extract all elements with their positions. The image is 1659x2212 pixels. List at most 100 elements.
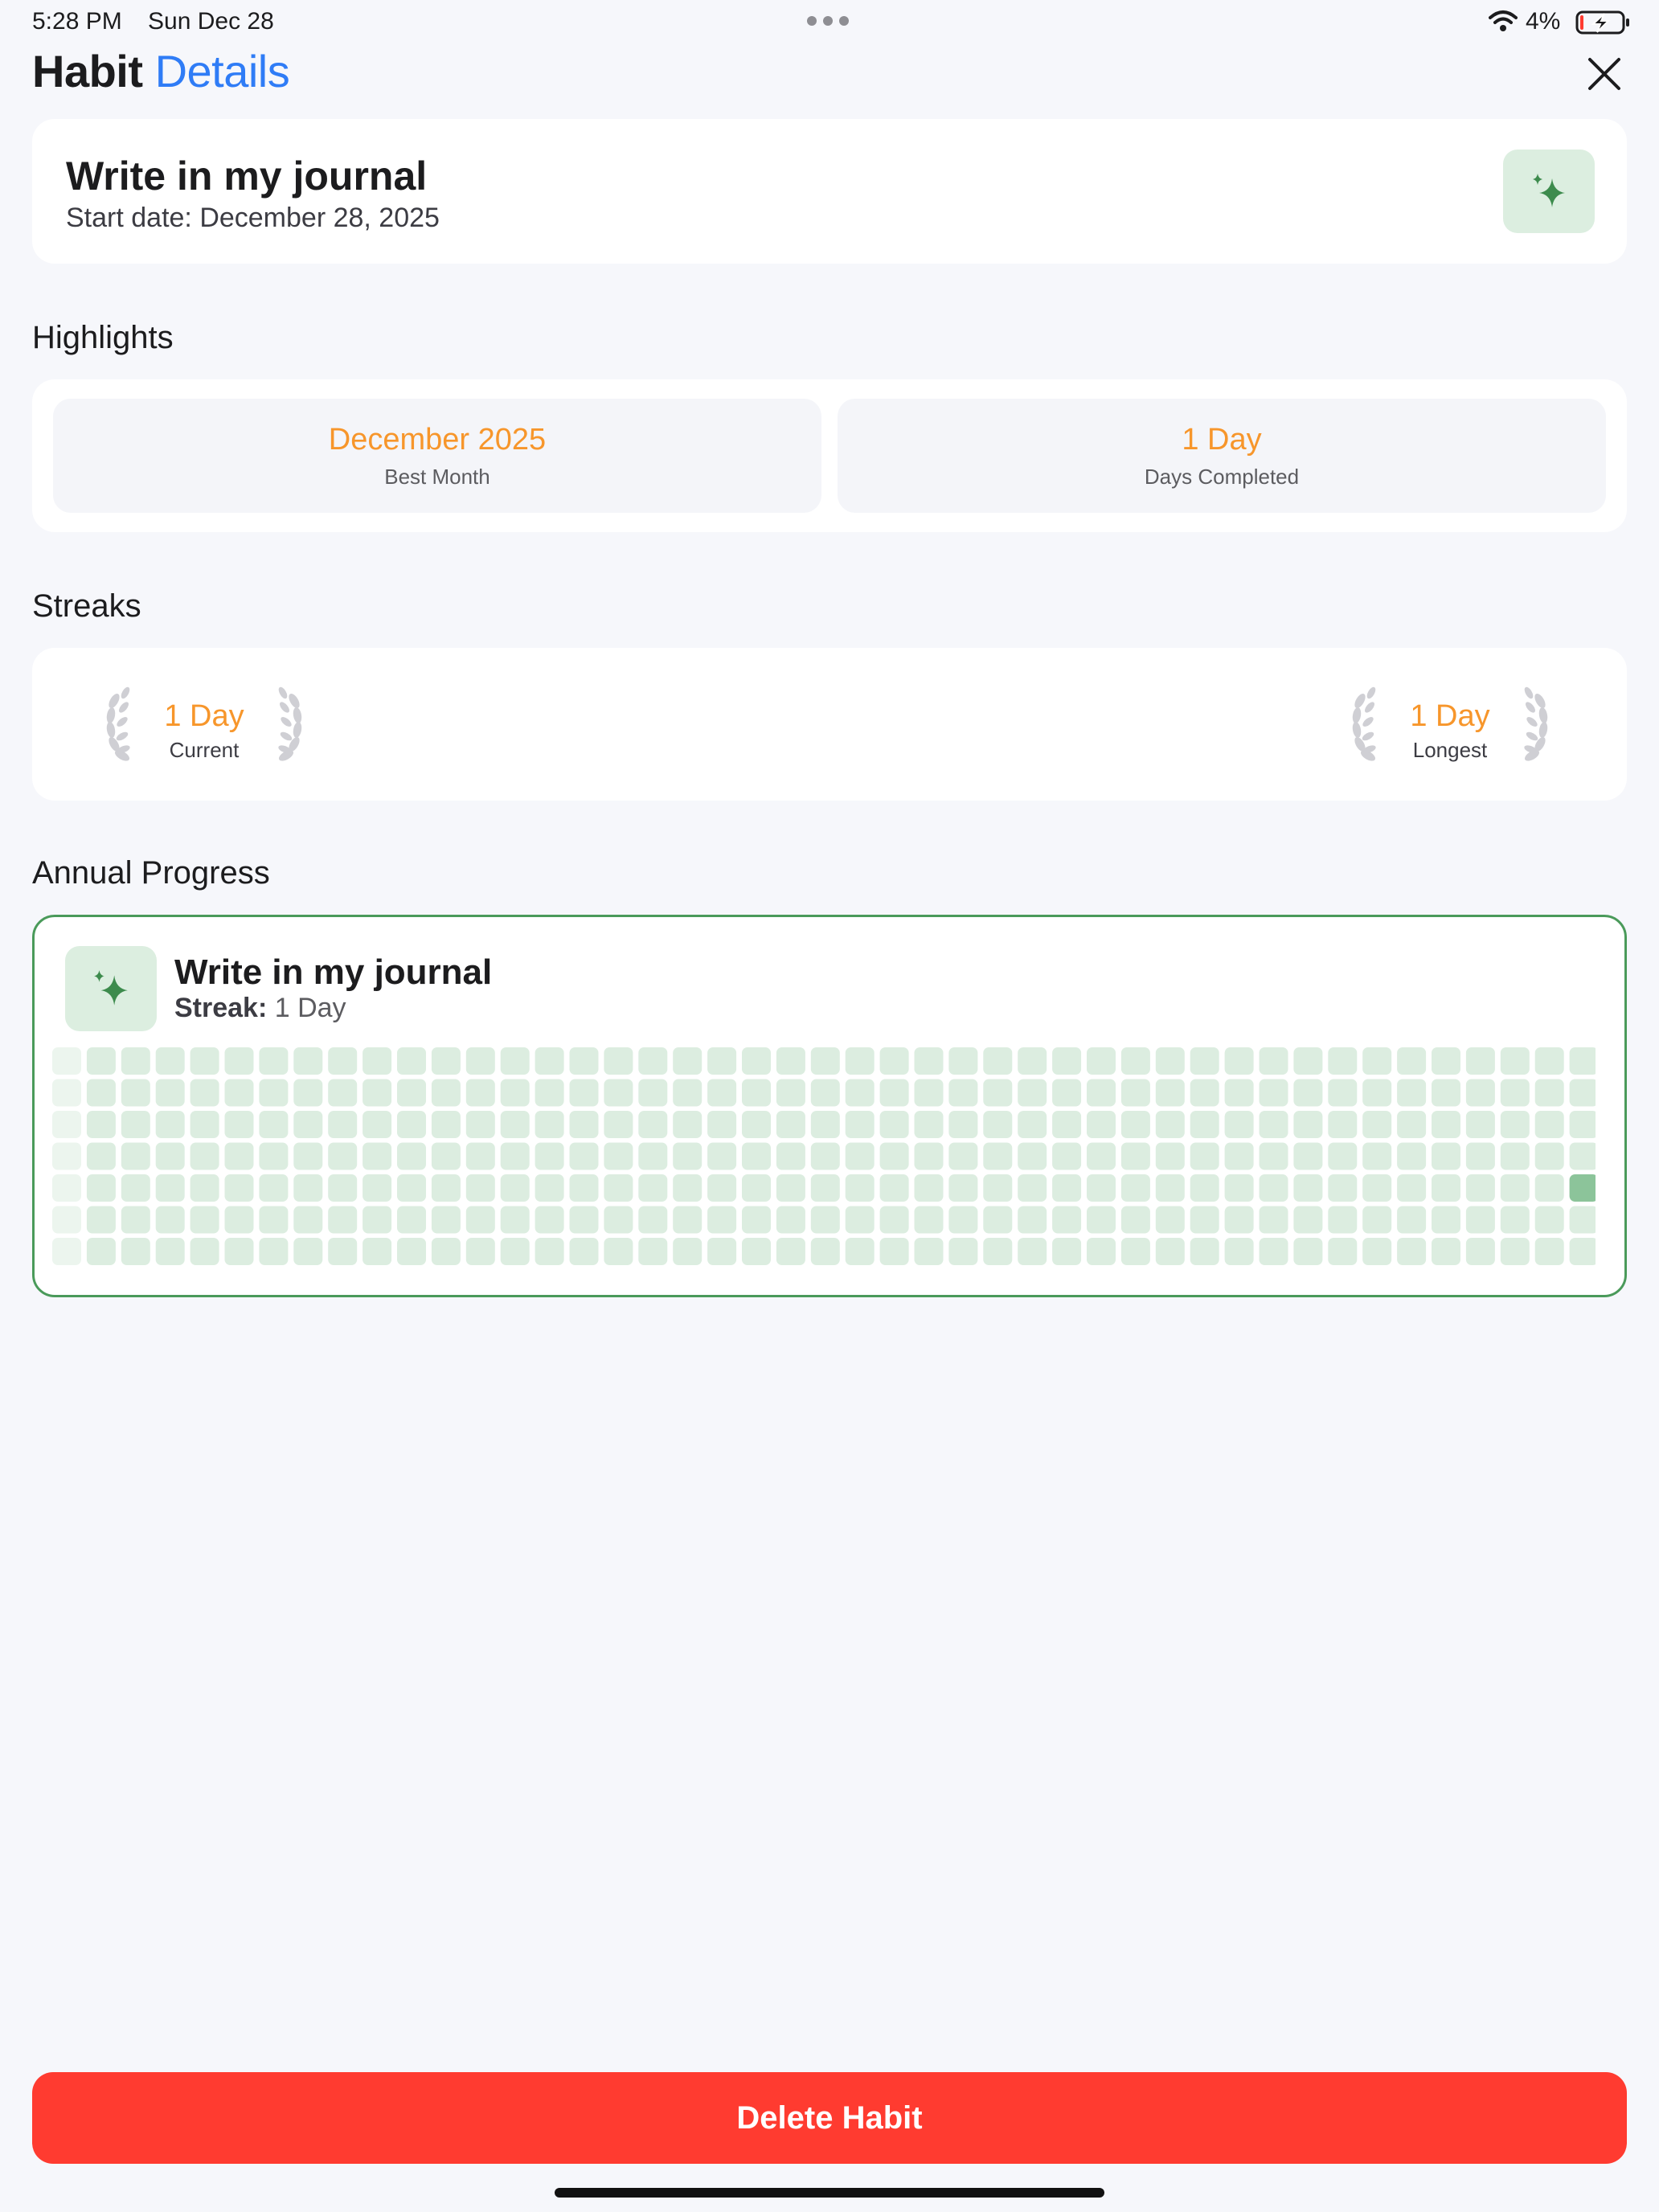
grid-cell [224, 1047, 254, 1075]
grid-cell [1293, 1142, 1323, 1170]
grid-cell [1534, 1142, 1564, 1170]
grid-cell [914, 1047, 944, 1075]
grid-cell [1465, 1238, 1495, 1265]
grid-cell [879, 1238, 909, 1265]
grid-cell [86, 1206, 116, 1234]
grid-cell [948, 1111, 978, 1138]
grid-cell [1120, 1174, 1150, 1202]
grid-cell [535, 1079, 564, 1107]
grid-cell [1087, 1238, 1116, 1265]
grid-cell [1362, 1142, 1392, 1170]
grid-cell [1018, 1238, 1047, 1265]
grid-cell [707, 1111, 737, 1138]
grid-cell [397, 1174, 426, 1202]
grid-cell [1397, 1142, 1427, 1170]
grid-cell [328, 1111, 358, 1138]
grid-cell [535, 1111, 564, 1138]
grid-cell [293, 1238, 323, 1265]
habit-start-date: Start date: December 28, 2025 [66, 203, 440, 233]
grid-cell [86, 1079, 116, 1107]
grid-cell [1018, 1142, 1047, 1170]
grid-cell [535, 1142, 564, 1170]
grid-cell [1190, 1238, 1219, 1265]
grid-cell-completed [1569, 1174, 1596, 1202]
grid-cell [1018, 1206, 1047, 1234]
grid-cell [673, 1142, 703, 1170]
grid-cell [1018, 1047, 1047, 1075]
grid-cell [604, 1142, 633, 1170]
grid-cell [810, 1047, 840, 1075]
grid-cell [1500, 1079, 1530, 1107]
grid-cell [465, 1206, 495, 1234]
annual-progress-card[interactable]: Write in my journal Streak: 1 Day [32, 915, 1627, 1297]
status-bar: 5:28 PM Sun Dec 28 4% [0, 0, 1659, 45]
habit-icon-button[interactable] [1503, 150, 1595, 233]
grid-cell [293, 1111, 323, 1138]
grid-cell [1328, 1111, 1358, 1138]
grid-cell [1224, 1079, 1254, 1107]
grid-cell [879, 1142, 909, 1170]
grid-cell [1465, 1079, 1495, 1107]
grid-cell [1465, 1174, 1495, 1202]
grid-cell [1052, 1047, 1082, 1075]
grid-cell [810, 1174, 840, 1202]
grid-cell [1465, 1111, 1495, 1138]
grid-cell [810, 1079, 840, 1107]
grid-cell [1224, 1047, 1254, 1075]
grid-cell [1500, 1142, 1530, 1170]
grid-cell [363, 1111, 392, 1138]
grid-cell [52, 1142, 81, 1170]
annual-streak-label: Streak: [174, 993, 268, 1023]
multitasking-dots-icon[interactable] [807, 16, 849, 26]
grid-cell [465, 1142, 495, 1170]
grid-cell [397, 1206, 426, 1234]
grid-cell [1397, 1047, 1427, 1075]
close-icon[interactable] [1585, 55, 1624, 93]
grid-cell [155, 1142, 185, 1170]
current-streak: 1 Day Current [100, 685, 309, 765]
grid-cell [673, 1174, 703, 1202]
grid-cell [190, 1206, 219, 1234]
grid-cell [121, 1111, 150, 1138]
grid-cell [363, 1206, 392, 1234]
grid-cell [1569, 1238, 1596, 1265]
delete-habit-button[interactable]: Delete Habit [32, 2072, 1627, 2164]
wifi-icon [1489, 10, 1518, 31]
grid-cell [776, 1047, 805, 1075]
grid-cell [1259, 1238, 1288, 1265]
grid-cell [86, 1142, 116, 1170]
grid-cell [431, 1079, 461, 1107]
habit-details-screen: 5:28 PM Sun Dec 28 4% Habit Details Writ… [0, 0, 1659, 2212]
grid-cell [1534, 1111, 1564, 1138]
grid-cell [948, 1206, 978, 1234]
grid-cell [1087, 1111, 1116, 1138]
grid-cell [1432, 1111, 1460, 1138]
streaks-heading: Streaks [32, 588, 141, 624]
grid-cell [914, 1174, 944, 1202]
grid-cell [535, 1047, 564, 1075]
grid-cell [1362, 1047, 1392, 1075]
grid-cell [1259, 1206, 1288, 1234]
grid-cell [1087, 1174, 1116, 1202]
grid-cell [1293, 1174, 1323, 1202]
grid-cell [86, 1047, 116, 1075]
grid-cell [707, 1047, 737, 1075]
grid-cell [535, 1206, 564, 1234]
grid-cell [914, 1111, 944, 1138]
grid-cell [638, 1206, 668, 1234]
grid-cell [1534, 1206, 1564, 1234]
grid-cell [983, 1142, 1013, 1170]
grid-cell [1397, 1174, 1427, 1202]
grid-cell [121, 1079, 150, 1107]
grid-cell [363, 1174, 392, 1202]
grid-cell [224, 1079, 254, 1107]
grid-cell [397, 1142, 426, 1170]
grid-cell [363, 1047, 392, 1075]
grid-cell [1190, 1047, 1219, 1075]
grid-cell [569, 1174, 599, 1202]
grid-cell [328, 1047, 358, 1075]
grid-cell [328, 1079, 358, 1107]
grid-cell [431, 1206, 461, 1234]
grid-cell [328, 1142, 358, 1170]
grid-cell [638, 1142, 668, 1170]
